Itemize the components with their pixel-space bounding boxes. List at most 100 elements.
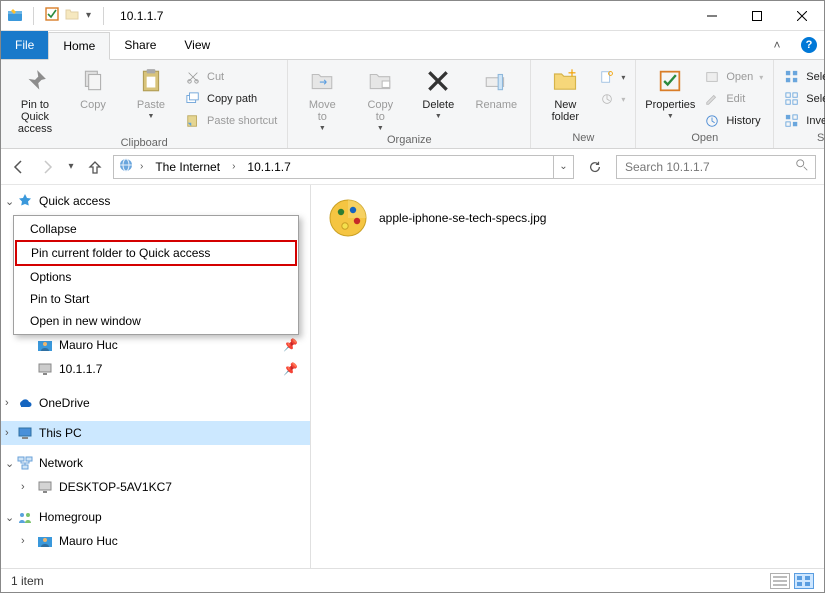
address-history-button[interactable]: ⌄ — [553, 156, 573, 178]
move-to-button[interactable]: Move to ▼ — [294, 63, 350, 134]
nav-quick-access-label: Quick access — [39, 194, 110, 208]
nav-network-label: Network — [39, 456, 83, 470]
search-box[interactable] — [616, 155, 816, 179]
edit-icon — [704, 91, 720, 107]
menu-pin-current-folder[interactable]: Pin current folder to Quick access — [15, 240, 297, 266]
history-button[interactable]: History — [700, 111, 767, 131]
search-icon — [795, 158, 809, 175]
address-bar[interactable]: › The Internet › 10.1.1.7 ⌄ — [113, 155, 574, 179]
invert-selection-button[interactable]: Invert selection — [780, 111, 825, 131]
recent-locations-button[interactable]: ▾ — [65, 155, 77, 179]
open-icon — [704, 69, 720, 85]
context-menu: Collapse Pin current folder to Quick acc… — [13, 215, 299, 335]
copy-path-button[interactable]: Copy path — [181, 89, 281, 109]
cut-button[interactable]: Cut — [181, 67, 281, 87]
breadcrumb-root[interactable]: The Internet — [149, 160, 226, 174]
close-button[interactable] — [779, 1, 824, 31]
edit-button[interactable]: Edit — [700, 89, 767, 109]
help-button[interactable]: ? — [794, 31, 824, 59]
tab-file[interactable]: File — [1, 31, 48, 59]
refresh-button[interactable] — [582, 155, 608, 179]
main-area: ⌄ Quick access Collapse Pin current fold… — [1, 185, 824, 568]
ribbon-group-clipboard: Pin to Quick access Copy Paste ▼ — [1, 60, 288, 148]
qat-properties-icon[interactable] — [44, 6, 60, 25]
nav-homegroup-mauro[interactable]: › Mauro Huc — [1, 529, 310, 553]
file-item[interactable]: apple-iphone-se-tech-specs.jpg — [327, 197, 808, 239]
pin-icon — [19, 65, 51, 97]
easy-access-button[interactable]: ▾ — [595, 89, 629, 109]
nav-pinned-mauro[interactable]: Mauro Huc 📌 — [1, 333, 310, 357]
navigation-bar: ▾ › The Internet › 10.1.1.7 ⌄ — [1, 149, 824, 185]
qat-dropdown-icon[interactable]: ▾ — [84, 10, 93, 21]
nav-desktop-node-label: DESKTOP-5AV1KC7 — [59, 480, 172, 494]
network-location-icon — [37, 361, 53, 377]
copy-icon — [77, 65, 109, 97]
file-list[interactable]: apple-iphone-se-tech-specs.jpg — [311, 185, 824, 568]
navigation-pane[interactable]: ⌄ Quick access Collapse Pin current fold… — [1, 185, 311, 568]
tab-share[interactable]: Share — [110, 31, 170, 59]
maximize-button[interactable] — [734, 1, 779, 31]
breadcrumb-leaf[interactable]: 10.1.1.7 — [241, 160, 296, 174]
chevron-right-icon[interactable]: › — [21, 535, 31, 547]
properties-button[interactable]: Properties ▼ — [642, 63, 698, 122]
forward-button[interactable] — [37, 155, 57, 179]
chevron-down-icon[interactable]: ⌄ — [5, 457, 15, 470]
invert-selection-icon — [784, 113, 800, 129]
user-icon — [37, 533, 53, 549]
copy-button[interactable]: Copy — [65, 63, 121, 113]
chevron-right-icon[interactable]: › — [5, 397, 15, 409]
easy-access-icon — [599, 91, 615, 107]
paste-button[interactable]: Paste ▼ — [123, 63, 179, 122]
nav-pinned-ip-label: 10.1.1.7 — [59, 362, 102, 376]
nav-onedrive-label: OneDrive — [39, 396, 90, 410]
nav-homegroup-label: Homegroup — [39, 510, 102, 524]
quick-access-toolbar: ▾ — [1, 6, 110, 25]
ribbon-group-new: New folder ▾ ▾ New — [531, 60, 636, 148]
menu-open-in-new-window[interactable]: Open in new window — [16, 310, 296, 332]
tab-view[interactable]: View — [170, 31, 224, 59]
view-large-icons-button[interactable] — [794, 573, 814, 589]
file-name: apple-iphone-se-tech-specs.jpg — [379, 211, 546, 225]
nav-pinned-ip[interactable]: 10.1.1.7 📌 — [1, 357, 310, 381]
pin-to-quick-access-button[interactable]: Pin to Quick access — [7, 63, 63, 137]
menu-collapse[interactable]: Collapse — [16, 218, 296, 240]
new-folder-button[interactable]: New folder — [537, 63, 593, 125]
chevron-down-icon[interactable]: ⌄ — [5, 511, 15, 524]
back-button[interactable] — [9, 155, 29, 179]
select-none-button[interactable]: Select none — [780, 89, 825, 109]
menu-options[interactable]: Options — [16, 266, 296, 288]
tab-home[interactable]: Home — [48, 32, 110, 60]
paste-icon — [135, 65, 167, 97]
paste-shortcut-button[interactable]: Paste shortcut — [181, 111, 281, 131]
nav-quick-access[interactable]: ⌄ Quick access — [1, 189, 310, 213]
chevron-right-icon[interactable]: › — [5, 427, 15, 439]
view-details-button[interactable] — [770, 573, 790, 589]
nav-homegroup[interactable]: ⌄ Homegroup — [1, 505, 310, 529]
open-item-button[interactable]: Open ▾ — [700, 67, 767, 87]
pin-icon: 📌 — [283, 362, 298, 376]
nav-network[interactable]: ⌄ Network — [1, 451, 310, 475]
select-all-button[interactable]: Select all — [780, 67, 825, 87]
copy-to-icon — [364, 65, 396, 97]
nav-this-pc[interactable]: › This PC — [1, 421, 310, 445]
rename-button[interactable]: Rename — [468, 63, 524, 113]
user-folder-icon — [37, 337, 53, 353]
nav-this-pc-label: This PC — [39, 426, 82, 440]
qat-newfolder-icon[interactable] — [64, 6, 80, 25]
network-icon — [17, 455, 33, 471]
chevron-right-icon[interactable]: › — [21, 481, 31, 493]
nav-homegroup-mauro-label: Mauro Huc — [59, 534, 118, 548]
new-item-button[interactable]: ▾ — [595, 67, 629, 87]
nav-network-desktop-node[interactable]: › DESKTOP-5AV1KC7 — [1, 475, 310, 499]
nav-onedrive[interactable]: › OneDrive — [1, 391, 310, 415]
delete-button[interactable]: Delete ▼ — [410, 63, 466, 122]
copy-to-button[interactable]: Copy to ▼ — [352, 63, 408, 134]
menu-pin-to-start[interactable]: Pin to Start — [16, 288, 296, 310]
minimize-button[interactable] — [689, 1, 734, 31]
up-button[interactable] — [85, 155, 105, 179]
search-input[interactable] — [623, 159, 789, 175]
computer-icon — [37, 479, 53, 495]
collapse-ribbon-button[interactable]: ˄ — [760, 31, 794, 59]
new-item-icon — [599, 69, 615, 85]
chevron-down-icon[interactable]: ⌄ — [5, 195, 15, 208]
